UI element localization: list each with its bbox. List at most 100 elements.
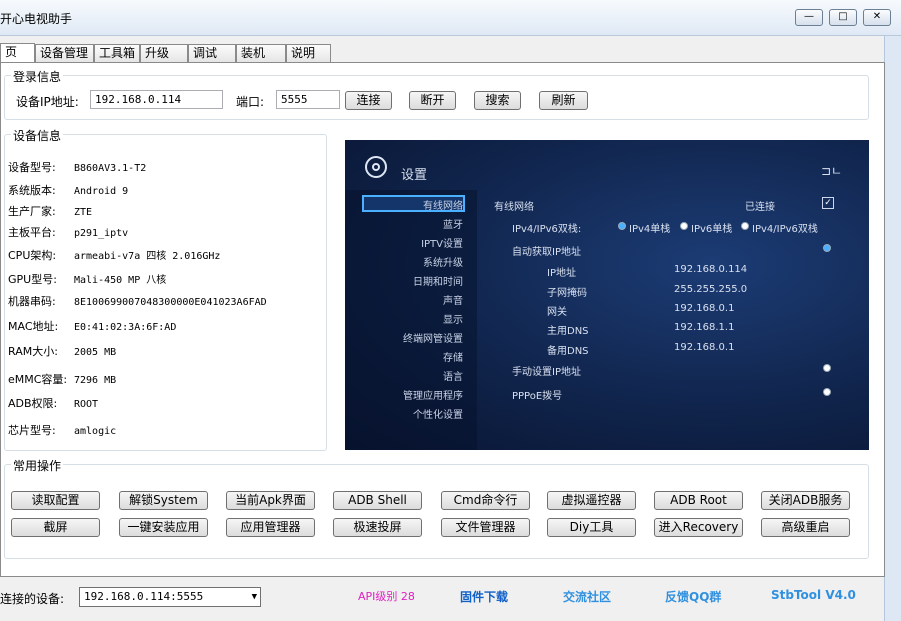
field-key: 备用DNS [547,346,589,357]
ops-group: 常用操作 [4,457,869,559]
gear-icon [365,156,387,178]
screen-title: 设置 [401,168,428,183]
info-row: 设备型号: B860AV3.1-T2 [8,161,147,174]
recovery-button[interactable]: 进入Recovery [654,518,743,537]
field-value: 192.168.0.1 [674,342,735,353]
screen-menu-item: IPTV设置 [421,239,463,250]
info-row: RAM大小: 2005 MB [8,345,117,358]
adb-root-button[interactable]: ADB Root [654,491,743,510]
pppoe-label: PPPoE拨号 [512,391,563,402]
device-info-group-label: 设备信息 [11,127,64,144]
disconnect-button[interactable]: 断开 [409,91,456,110]
unlock-system-button[interactable]: 解锁System [119,491,208,510]
field-key: IP地址 [547,268,576,279]
screen-menu-item: 蓝牙 [443,220,463,231]
radio-icon [618,222,626,230]
info-row: 芯片型号: amlogic [8,424,117,437]
tab-install[interactable]: 装机 [236,44,286,63]
dual-option: IPv4单栈 [629,224,671,235]
tab-device-manage[interactable]: 设备管理 [35,44,94,63]
radio-icon [823,244,831,252]
info-row: 系统版本: Android 9 [8,184,129,197]
maximize-button[interactable]: □ [829,9,857,26]
window-title: 开心电视助手 [0,12,73,26]
dual-option: IPv4/IPv6双栈 [752,224,818,235]
ip-label: 设备IP地址: [16,95,79,109]
radio-icon [680,222,688,230]
screen-menu-item: 个性化设置 [413,410,463,421]
radio-icon [823,364,831,372]
device-select-value: 192.168.0.114:5555 [84,590,204,603]
virtual-remote-button[interactable]: 虚拟遥控器 [547,491,636,510]
checkbox-icon: ✓ [822,197,834,209]
radio-icon [741,222,749,230]
advanced-reboot-button[interactable]: 高级重启 [761,518,850,537]
info-row: MAC地址: E0:41:02:3A:6F:AD [8,320,177,333]
field-value: 192.168.1.1 [674,322,735,333]
device-select[interactable]: 192.168.0.114:5555 ▼ [79,587,261,607]
screen-section-title: 有线网络 [494,202,534,213]
search-button[interactable]: 搜索 [474,91,521,110]
dual-option: IPv6单栈 [691,224,733,235]
api-level: API级别 28 [358,590,415,603]
screen-menu-item: 有线网络 [423,201,463,212]
radio-icon [823,388,831,396]
screenshot-button[interactable]: 截屏 [11,518,100,537]
file-manager-button[interactable]: 文件管理器 [441,518,530,537]
window-right-border [884,36,901,621]
ops-group-label: 常用操作 [11,457,64,474]
info-row: 主板平台: p291_iptv [8,226,129,239]
close-button[interactable]: ✕ [863,9,891,26]
install-app-button[interactable]: 一键安装应用 [119,518,208,537]
current-apk-button[interactable]: 当前Apk界面 [226,491,315,510]
field-value: 192.168.0.114 [674,264,748,275]
ip-input[interactable]: 192.168.0.114 [90,90,223,109]
tab-help[interactable]: 说明 [286,44,331,63]
connect-button[interactable]: 连接 [345,91,392,110]
adb-shell-button[interactable]: ADB Shell [333,491,422,510]
field-value: 192.168.0.1 [674,303,735,314]
refresh-button[interactable]: 刷新 [539,91,588,110]
info-row: 机器串码: 8E100699007048300000E041023A6FAD [8,295,267,308]
field-value: 255.255.255.0 [674,284,748,295]
read-config-button[interactable]: 读取配置 [11,491,100,510]
auto-ip-label: 自动获取IP地址 [512,247,581,258]
screen-menu-item: 声音 [443,296,463,307]
info-row: ADB权限: ROOT [8,397,99,410]
dual-stack-label: IPv4/IPv6双栈: [512,224,582,235]
connected-status: 已连接 [745,202,775,213]
tab-toolbox[interactable]: 工具箱 [94,44,140,63]
network-icon: ⊐ㄴ [821,164,843,178]
field-key: 网关 [547,307,567,318]
firmware-download-link[interactable]: 固件下载 [460,588,508,605]
version-link[interactable]: StbTool V4.0 [771,588,856,602]
community-link[interactable]: 交流社区 [563,588,611,605]
manual-ip-label: 手动设置IP地址 [512,367,581,378]
info-row: 生产厂家: ZTE [8,205,93,218]
fast-cast-button[interactable]: 极速投屏 [333,518,422,537]
connected-device-label: 连接的设备: [0,592,65,606]
info-row: GPU型号: Mali-450 MP 八核 [8,273,167,286]
screen-menu-item: 显示 [443,315,463,326]
info-row: eMMC容量: 7296 MB [8,373,117,386]
tab-debug[interactable]: 调试 [188,44,236,63]
app-manager-button[interactable]: 应用管理器 [226,518,315,537]
port-input[interactable]: 5555 [276,90,340,109]
cmd-button[interactable]: Cmd命令行 [441,491,530,510]
minimize-button[interactable]: — [795,9,823,26]
port-label: 端口: [236,95,265,109]
screen-menu-item: 语言 [443,372,463,383]
tab-home[interactable]: 页 [0,43,35,63]
feedback-qq-link[interactable]: 反馈QQ群 [665,588,721,605]
screen-menu-item: 管理应用程序 [403,391,463,402]
tv-screen-preview: 设置 ⊐ㄴ 有线网络 蓝牙 IPTV设置 系统升级 日期和时间 声音 显示 终端… [345,140,869,450]
diy-tools-button[interactable]: Diy工具 [547,518,636,537]
close-adb-button[interactable]: 关闭ADB服务 [761,491,850,510]
title-bar: 开心电视助手 — □ ✕ [0,0,901,36]
login-group-label: 登录信息 [11,68,64,85]
screen-menu-item: 终端网管设置 [403,334,463,345]
field-key: 主用DNS [547,326,589,337]
tab-upgrade[interactable]: 升级 [140,44,188,63]
screen-menu-item: 系统升级 [423,258,463,269]
chevron-down-icon: ▼ [251,592,257,602]
